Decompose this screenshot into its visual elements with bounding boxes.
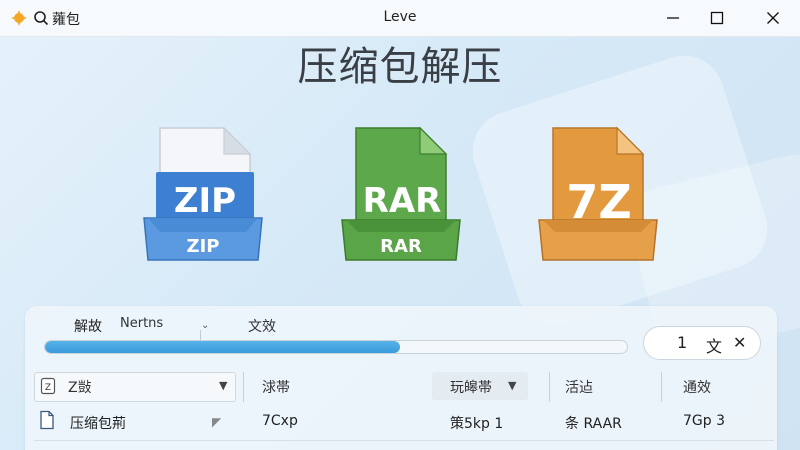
row-file-format: 条 RAAR	[565, 416, 622, 432]
row-file-type: 7Cxp	[262, 413, 298, 429]
row-file-name[interactable]: 压缩包荊	[70, 413, 126, 433]
cursor-icon: ◤	[212, 415, 222, 429]
document-icon	[40, 410, 54, 430]
document-icon: Z	[40, 377, 56, 395]
table-row[interactable]	[34, 440, 774, 450]
minimize-icon	[667, 17, 679, 19]
close-icon[interactable]: ✕	[733, 333, 746, 352]
column-separator[interactable]	[661, 372, 662, 402]
7z-big-label: 7Z	[566, 175, 631, 229]
column-header-name[interactable]: Z敱	[68, 377, 92, 397]
progress-fill	[45, 341, 401, 353]
column-header-format[interactable]: 活迠	[565, 377, 593, 397]
tab-extract[interactable]: 解故	[74, 316, 102, 336]
chevron-down-icon[interactable]: ▼	[508, 379, 516, 392]
column-separator[interactable]	[243, 372, 244, 402]
svg-text:Z: Z	[45, 383, 51, 393]
row-file-size: 策5kp 1	[450, 416, 504, 432]
rar-small-label: RAR	[380, 236, 422, 257]
zip-file-icon[interactable]: ZIP ZIP	[138, 120, 268, 270]
counter-unit: 文	[706, 337, 723, 356]
rar-big-label: RAR	[363, 181, 442, 221]
column-header-count[interactable]: 通效	[683, 377, 711, 397]
chevron-down-icon[interactable]: ⌄	[201, 320, 209, 331]
zip-small-label: ZIP	[187, 236, 220, 257]
7z-file-icon[interactable]: 7Z	[533, 120, 663, 270]
tab-returns[interactable]: Nertns	[120, 316, 163, 331]
file-counter[interactable]: 1 文 ✕	[643, 326, 761, 360]
page-title: 压缩包解压	[297, 44, 503, 90]
app-window: 蕹包 Leve 压缩包解压 ZIP ZIP RAR RAR 7Z 解故 Nert…	[0, 0, 800, 450]
column-header-size[interactable]: 玩皞帯	[450, 377, 492, 397]
chevron-down-icon[interactable]: ▼	[219, 379, 227, 392]
close-button[interactable]	[758, 6, 788, 30]
column-header-type[interactable]: 浗帯	[262, 377, 290, 397]
column-separator[interactable]	[549, 372, 550, 402]
progress-bar	[44, 340, 628, 354]
title-bar: 蕹包 Leve	[0, 0, 800, 37]
maximize-button[interactable]	[702, 6, 732, 30]
maximize-icon	[710, 11, 724, 25]
zip-big-label: ZIP	[174, 181, 236, 221]
row-file-count: 7Gp 3	[683, 413, 725, 429]
column-header-name-box[interactable]	[34, 372, 236, 402]
close-icon	[767, 12, 779, 24]
minimize-button[interactable]	[658, 6, 688, 30]
rar-file-icon[interactable]: RAR RAR	[336, 120, 466, 270]
tab-files[interactable]: 文效	[248, 316, 276, 336]
counter-value: 1	[677, 333, 688, 352]
